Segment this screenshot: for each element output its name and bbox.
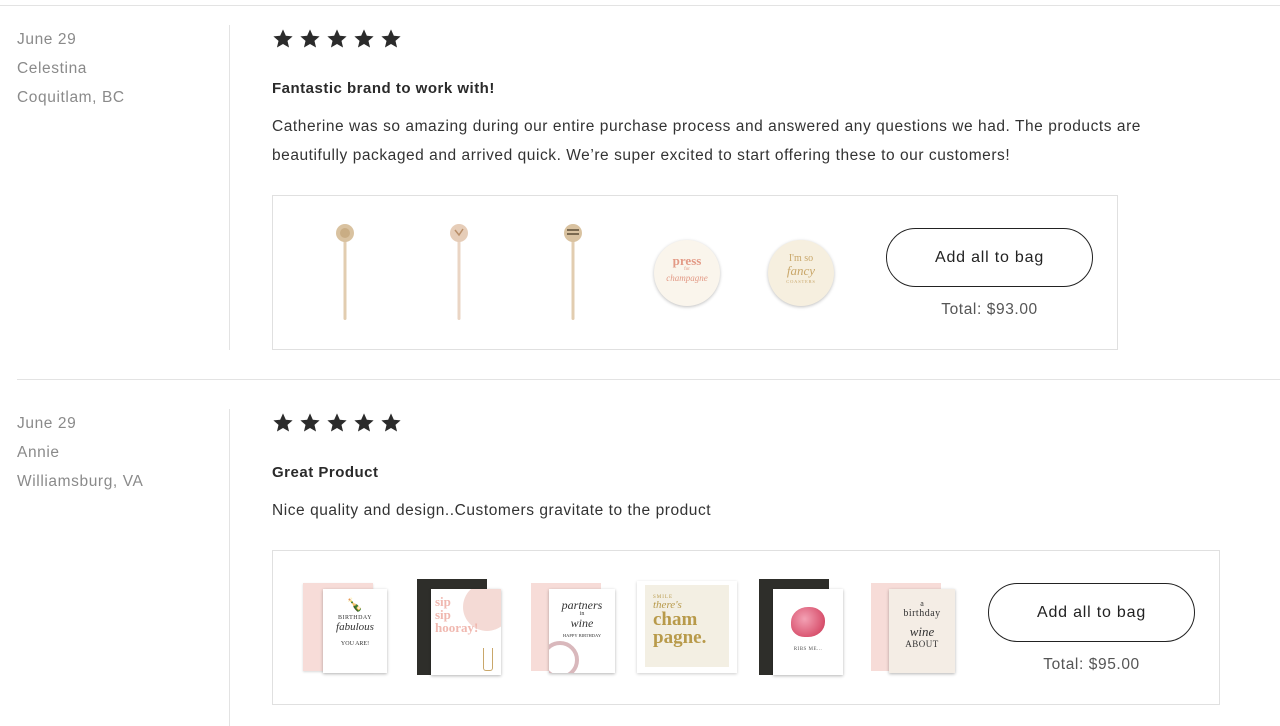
review-title: Fantastic brand to work with! xyxy=(272,80,495,97)
star-icon xyxy=(300,413,320,432)
review-date: June 29 xyxy=(17,415,77,432)
greeting-card-icon[interactable]: a birthday wine ABOUT xyxy=(871,579,957,675)
star-icon xyxy=(327,29,347,48)
greeting-card-icon[interactable]: RIBS ME... xyxy=(759,579,845,675)
greeting-card-icon[interactable]: SMILE there's cham pagne. xyxy=(637,579,737,675)
star-icon xyxy=(327,413,347,432)
coaster-text: press xyxy=(672,253,702,268)
review-meta: June 29 Celestina Coquitlam, BC xyxy=(17,25,217,112)
greeting-card-icon[interactable]: 🍾 BIRTHDAY fabulous YOU ARE! xyxy=(303,579,389,675)
coaster-icon[interactable]: I'm so fancy COASTERS xyxy=(768,240,834,306)
reviewer-location: Coquitlam, BC xyxy=(17,89,125,106)
review-date: June 29 xyxy=(17,31,77,48)
star-icon xyxy=(273,29,293,48)
star-rating xyxy=(272,28,402,50)
add-all-to-bag-button[interactable]: Add all to bag xyxy=(988,583,1195,642)
reviewer-name: Celestina xyxy=(17,60,88,77)
star-icon xyxy=(354,29,374,48)
star-icon xyxy=(273,413,293,432)
coaster-text: COASTERS xyxy=(786,279,816,284)
meta-divider xyxy=(229,25,230,350)
product-bundle: press for champagne I'm so fancy COASTER… xyxy=(272,195,1118,350)
review-body: Nice quality and design..Customers gravi… xyxy=(272,502,712,519)
stir-stick-icon[interactable] xyxy=(563,222,583,322)
bundle-total: Total: $93.00 xyxy=(941,301,1038,318)
star-icon xyxy=(354,413,374,432)
star-icon xyxy=(381,413,401,432)
stir-stick-icon[interactable] xyxy=(335,222,355,322)
greeting-card-icon[interactable]: sip sip hooray! xyxy=(417,579,503,675)
coaster-text: fancy xyxy=(786,263,816,278)
star-icon xyxy=(381,29,401,48)
review-body: Catherine was so amazing during our enti… xyxy=(272,118,1141,164)
review-meta: June 29 Annie Williamsburg, VA xyxy=(17,409,217,496)
reviewer-name: Annie xyxy=(17,444,60,461)
star-icon xyxy=(300,29,320,48)
coaster-icon[interactable]: press for champagne xyxy=(654,240,720,306)
coaster-text: champagne xyxy=(666,273,708,283)
product-bundle: 🍾 BIRTHDAY fabulous YOU ARE! sip sip hoo… xyxy=(272,550,1220,705)
review-title: Great Product xyxy=(272,464,379,481)
bundle-total: Total: $95.00 xyxy=(1043,656,1140,673)
star-rating xyxy=(272,412,402,434)
meta-divider xyxy=(229,409,230,726)
reviewer-location: Williamsburg, VA xyxy=(17,473,144,490)
greeting-card-icon[interactable]: partners in wine HAPPY BIRTHDAY xyxy=(531,579,617,675)
stir-stick-icon[interactable] xyxy=(449,222,469,322)
review-item: June 29 Annie Williamsburg, VA Great Pro… xyxy=(17,379,1280,726)
review-item: June 29 Celestina Coquitlam, BC Fantasti… xyxy=(0,0,1280,379)
add-all-to-bag-button[interactable]: Add all to bag xyxy=(886,228,1093,287)
